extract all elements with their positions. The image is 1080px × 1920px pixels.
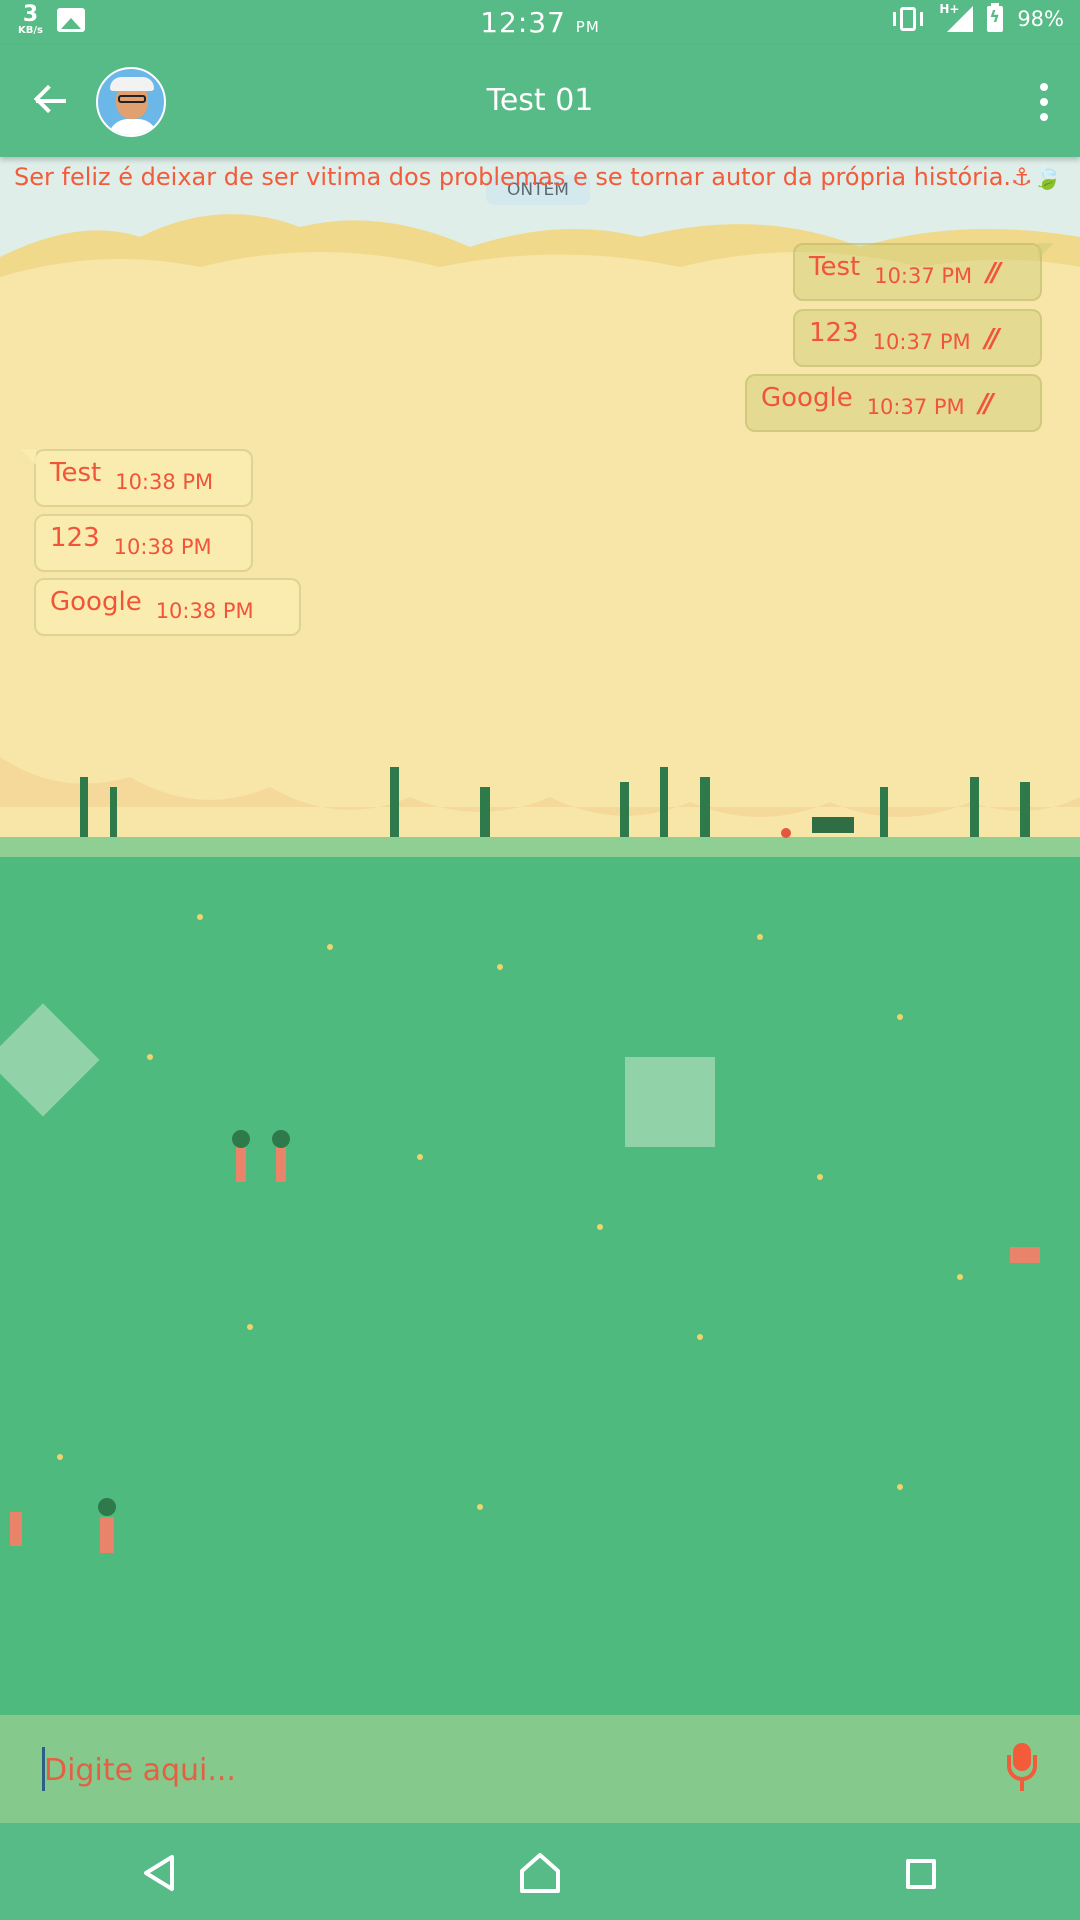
- nav-home-icon[interactable]: [512, 1845, 568, 1901]
- nav-recents-icon[interactable]: [892, 1845, 948, 1901]
- microphone-icon[interactable]: [1002, 1741, 1042, 1797]
- message-text: 123: [50, 523, 100, 553]
- chat-area[interactable]: Ser feliz é deixar de ser vitima dos pro…: [0, 157, 1080, 1715]
- received-message[interactable]: 123 10:38 PM: [34, 514, 253, 572]
- message-input[interactable]: [44, 1745, 944, 1795]
- message-time: 10:37 PM: [872, 330, 971, 354]
- nav-back-icon[interactable]: [132, 1845, 188, 1901]
- read-ticks-icon: //: [984, 324, 1000, 354]
- status-bar: 3 KB/s 12:37 PM H+ ϟ 98%: [0, 0, 1080, 45]
- message-time: 10:37 PM: [866, 395, 965, 419]
- message-text: Google: [50, 587, 142, 617]
- read-ticks-icon: //: [978, 389, 994, 419]
- message-time: 10:37 PM: [874, 264, 973, 288]
- signal-icon: H+: [939, 2, 974, 32]
- vibrate-icon: [891, 6, 925, 32]
- battery-icon: ϟ: [987, 3, 1004, 32]
- app-bar: Test 01: [0, 45, 1080, 157]
- received-message[interactable]: Google 10:38 PM: [34, 578, 301, 636]
- message-text: Google: [761, 383, 853, 413]
- message-text: Test: [809, 252, 861, 282]
- message-time: 10:38 PM: [155, 599, 254, 623]
- more-vert-icon[interactable]: [1034, 81, 1054, 123]
- message-composer: [0, 1715, 1080, 1823]
- read-ticks-icon: //: [986, 258, 1001, 288]
- clock-time: 12:37: [480, 6, 566, 39]
- message-time: 10:38 PM: [113, 535, 212, 559]
- sent-message[interactable]: 123 10:37 PM //: [793, 309, 1042, 367]
- message-text: Test: [50, 458, 102, 488]
- sent-message[interactable]: Test 10:37 PM //: [793, 243, 1054, 301]
- battery-level: 98%: [1017, 7, 1064, 31]
- contact-avatar[interactable]: [96, 67, 166, 137]
- navigation-bar: [0, 1823, 1080, 1920]
- message-time: 10:38 PM: [115, 470, 214, 494]
- received-message[interactable]: Test 10:38 PM: [20, 449, 253, 507]
- contact-status-message: Ser feliz é deixar de ser vitima dos pro…: [14, 163, 1063, 191]
- message-text: 123: [809, 318, 859, 348]
- back-arrow-icon[interactable]: [30, 79, 74, 123]
- sent-message[interactable]: Google 10:37 PM //: [745, 374, 1042, 432]
- clock-ampm: PM: [575, 18, 600, 36]
